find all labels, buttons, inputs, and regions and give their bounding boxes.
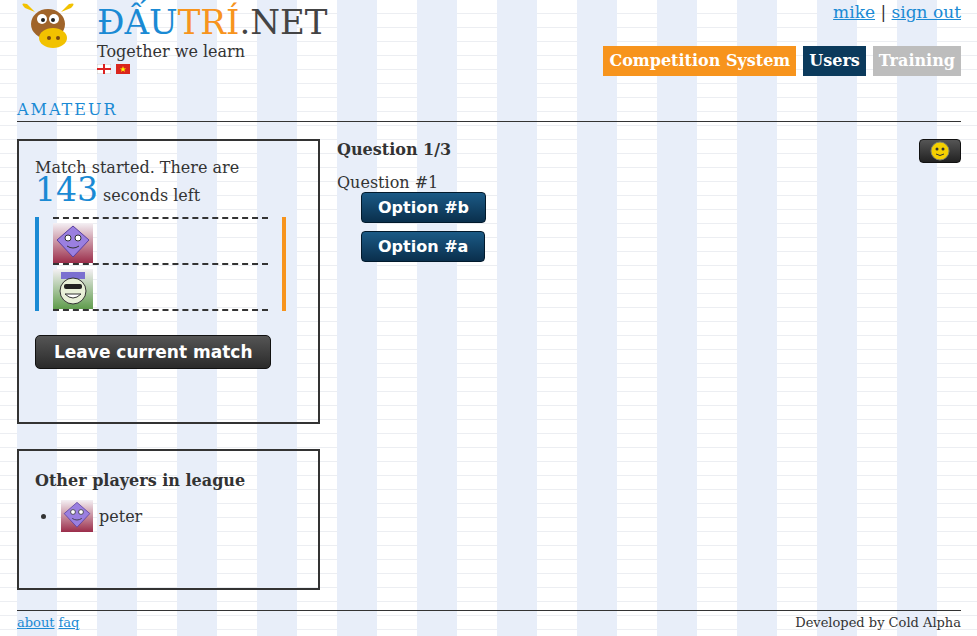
player-avatar-icon xyxy=(53,269,93,309)
credit: Developed by Cold Alpha xyxy=(795,615,961,630)
match-panel: Match started. There are 143 seconds lef… xyxy=(17,139,320,424)
tagline: Together we learn xyxy=(97,44,327,60)
nav-item[interactable]: Users xyxy=(803,46,866,76)
question-text: Question #1 xyxy=(337,173,902,192)
footer: about faq Developed by Cold Alpha xyxy=(17,610,961,636)
account-links: mike | sign out xyxy=(833,2,961,22)
nav-item[interactable]: Competition System xyxy=(603,46,796,76)
option-button[interactable]: Option #b xyxy=(361,192,486,223)
sign-out-link[interactable]: sign out xyxy=(892,2,961,22)
user-link[interactable]: mike xyxy=(833,2,875,22)
footer-link[interactable]: about xyxy=(17,615,55,630)
player-avatar-icon xyxy=(53,223,93,263)
league-heading: AMATEUR xyxy=(17,96,961,122)
player-row xyxy=(53,217,268,263)
other-players-title: Other players in league xyxy=(35,471,302,490)
emoticon-button[interactable] xyxy=(919,139,961,163)
cow-logo-icon[interactable] xyxy=(17,0,79,52)
question-area: Question 1/3 Question #1 Option #b Option… xyxy=(337,139,902,606)
footer-link[interactable]: faq xyxy=(59,615,80,630)
english-flag-icon[interactable] xyxy=(97,64,111,74)
match-players xyxy=(35,217,286,311)
main-nav: Competition SystemUsersTraining xyxy=(603,46,961,76)
option-button[interactable]: Option #a xyxy=(361,231,485,262)
other-player[interactable]: peter xyxy=(59,500,302,532)
vietnam-flag-icon[interactable] xyxy=(116,64,130,74)
seconds-left: 143 xyxy=(35,170,98,209)
question-counter: Question 1/3 xyxy=(337,140,902,159)
page: ĐẤUTRÍ.NET Together we learn mike | sign… xyxy=(0,0,977,636)
leave-match-button[interactable]: Leave current match xyxy=(35,335,271,369)
header: ĐẤUTRÍ.NET Together we learn mike | sign… xyxy=(17,0,961,96)
nav-item[interactable]: Training xyxy=(873,46,961,76)
brand: ĐẤUTRÍ.NET Together we learn xyxy=(17,0,327,96)
other-players-panel: Other players in league peter xyxy=(17,449,320,590)
smiley-icon xyxy=(930,141,950,161)
player-avatar-icon xyxy=(61,500,93,532)
match-status: Match started. There are 143 seconds lef… xyxy=(35,157,302,207)
site-title[interactable]: ĐẤUTRÍ.NET xyxy=(97,0,327,44)
player-row xyxy=(53,263,268,311)
